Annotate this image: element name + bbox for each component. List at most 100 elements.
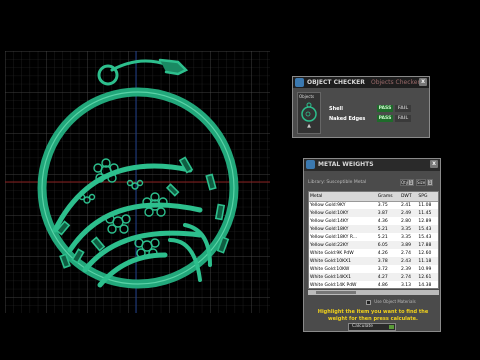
table-cell: 11.08: [418, 202, 432, 208]
use-object-materials-checkbox[interactable]: [366, 299, 371, 305]
metal-weights-table[interactable]: Metal Grams DWT SPG Yellow Gold:9KY 3.75 2…: [308, 191, 439, 289]
table-cell: 2.74: [400, 250, 411, 256]
table-cell: 3.87: [376, 209, 400, 217]
pass-badge: PASS: [377, 115, 393, 122]
table-cell: 15.43: [418, 234, 432, 240]
table-cell: 12.61: [417, 273, 438, 281]
table-cell: 10.99: [418, 266, 432, 272]
column-header-metal[interactable]: Metal: [309, 192, 377, 202]
objects-preview[interactable]: Objects ▲: [297, 92, 321, 134]
table-cell: 3.72: [377, 266, 388, 272]
instruction-text: Highlight the item you want to find the …: [317, 309, 429, 322]
table-cell: 4.86: [377, 282, 388, 288]
table-row[interactable]: White Gold:9K PdW 4.26 2.74 12.60: [309, 249, 438, 257]
table-cell: 3.35: [399, 225, 418, 233]
column-header-spg[interactable]: SPG: [417, 192, 438, 202]
table-cell: 4.36: [377, 218, 388, 224]
table-cell: 4.26: [377, 250, 388, 256]
table-cell: 3.89: [399, 241, 418, 249]
qty-label: Qty: [400, 179, 409, 186]
table-cell: 5.21: [377, 234, 388, 240]
table-cell: 11.45: [417, 209, 438, 217]
metal-weights-title: METAL WEIGHTS: [318, 161, 374, 168]
calculate-label: Calculate: [352, 324, 374, 329]
perspective-viewport-canvas[interactable]: [0, 0, 290, 360]
column-header-grams[interactable]: Grams: [376, 192, 400, 202]
table-row[interactable]: Yellow Gold:10KY 3.87 2.49 11.45: [309, 209, 438, 217]
qty-field[interactable]: 1: [408, 179, 414, 186]
table-cell: 11.18: [417, 257, 438, 265]
table-cell: White Gold:10KX1: [309, 257, 377, 265]
table-cell: 12.89: [418, 218, 432, 224]
go-icon: [389, 325, 394, 329]
table-cell: Yellow Gold:18KY: [309, 225, 377, 233]
use-object-materials-option[interactable]: Use Object Materials: [366, 298, 416, 305]
table-cell: 2.49: [399, 209, 418, 217]
pass-badge: PASS: [377, 105, 393, 112]
horizontal-scrollbar[interactable]: [308, 290, 439, 295]
calculate-button[interactable]: Calculate: [348, 323, 396, 331]
table-cell: 3.75: [377, 202, 388, 208]
table-cell: White Gold:14KX1: [309, 273, 377, 281]
object-checker-subtitle: Objects Checker: [370, 79, 420, 86]
table-cell: 14.38: [418, 282, 432, 288]
fail-badge: FAIL: [395, 115, 411, 122]
table-cell: 6.05: [376, 241, 400, 249]
object-checker-titlebar[interactable]: OBJECT CHECKER Objects Checker x: [293, 77, 429, 88]
table-cell: Yellow Gold:18KY R...: [310, 234, 358, 240]
table-row[interactable]: Yellow Gold:9KY 3.75 2.41 11.08: [309, 201, 438, 209]
table-cell: 5.21: [376, 225, 400, 233]
table-row[interactable]: White Gold:10KX1 3.78 2.43 11.18: [309, 257, 438, 265]
close-icon[interactable]: x: [430, 160, 438, 168]
table-cell: 2.41: [400, 202, 411, 208]
table-cell: Yellow Gold:22KY: [309, 241, 377, 249]
table-row[interactable]: White Gold:14KX1 4.27 2.74 12.61: [309, 273, 438, 281]
app-logo-icon: [306, 160, 315, 169]
fail-badge: FAIL: [395, 105, 411, 112]
table-cell: White Gold:10KW: [310, 266, 350, 272]
scroll-up-icon[interactable]: ▲: [298, 123, 320, 129]
size-label: Size: [416, 179, 426, 186]
size-field[interactable]: 1: [427, 179, 433, 186]
table-cell: White Gold:9K PdW: [310, 250, 354, 256]
table-cell: 15.43: [417, 225, 438, 233]
table-cell: 2.43: [399, 257, 418, 265]
earring-thumbnail-icon: [301, 102, 317, 122]
table-cell: 3.13: [400, 282, 411, 288]
library-row: Library: Susceptible Metal Qty 1 Size 1: [308, 179, 440, 187]
table-cell: Yellow Gold:14KY: [310, 218, 349, 224]
table-row[interactable]: White Gold:14K PdW 4.86 3.13 14.38: [309, 281, 438, 288]
table-cell: 17.88: [417, 241, 438, 249]
object-checker-panel: OBJECT CHECKER Objects Checker x Objects…: [292, 76, 430, 138]
table-cell: 4.27: [376, 273, 400, 281]
table-cell: 2.80: [400, 218, 411, 224]
table-cell: 2.74: [399, 273, 418, 281]
table-row[interactable]: White Gold:10KW 3.72 2.39 10.99: [309, 265, 438, 273]
table-cell: Yellow Gold:10KY: [309, 209, 377, 217]
use-object-materials-label: Use Object Materials: [374, 299, 416, 304]
table-header-row: Metal Grams DWT SPG: [309, 192, 438, 202]
table-cell: 3.35: [400, 234, 411, 240]
column-header-dwt[interactable]: DWT: [399, 192, 418, 202]
viewport[interactable]: [0, 0, 290, 360]
check-name: Naked Edges: [329, 116, 366, 122]
table-cell: 3.78: [376, 257, 400, 265]
objects-label: Objects: [299, 94, 315, 99]
check-name: Shell: [329, 106, 343, 112]
check-row-shell: Shell PASS FAIL: [327, 105, 415, 113]
table-row[interactable]: Yellow Gold:14KY 4.36 2.80 12.89: [309, 217, 438, 225]
close-icon[interactable]: x: [419, 78, 427, 86]
table-row[interactable]: Yellow Gold:22KY 6.05 3.89 17.88: [309, 241, 438, 249]
metal-weights-titlebar[interactable]: METAL WEIGHTS x: [304, 159, 440, 171]
table-cell: 2.39: [400, 266, 411, 272]
scrollbar-thumb[interactable]: [316, 291, 356, 294]
table-row[interactable]: Yellow Gold:18KY R... 5.21 3.35 15.43: [309, 233, 438, 241]
table-row[interactable]: Yellow Gold:18KY 5.21 3.35 15.43: [309, 225, 438, 233]
app-logo-icon: [295, 78, 304, 87]
object-checker-title: OBJECT CHECKER: [307, 79, 365, 86]
table-cell: Yellow Gold:9KY: [310, 202, 346, 208]
check-row-naked-edges: Naked Edges PASS FAIL: [327, 115, 415, 123]
table-cell: 12.60: [418, 250, 432, 256]
metal-weights-panel: METAL WEIGHTS x Library: Susceptible Met…: [303, 158, 441, 332]
library-label: Library: Susceptible Metal: [308, 180, 367, 185]
